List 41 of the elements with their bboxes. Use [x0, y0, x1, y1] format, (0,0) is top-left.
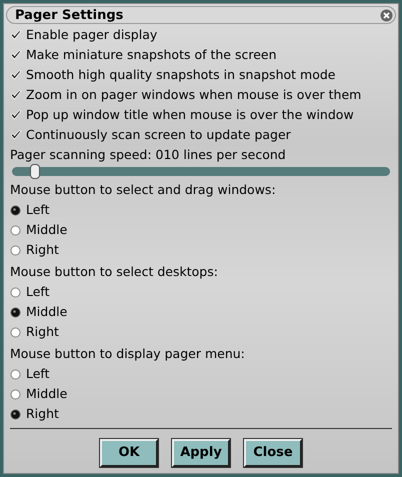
option-label: Smooth high quality snapshots in snapshot mode	[26, 66, 336, 84]
choice-label: Left	[26, 200, 50, 219]
radio-button[interactable]	[10, 204, 21, 216]
choice-label: Left	[26, 364, 50, 383]
radio-button[interactable]	[10, 224, 21, 236]
radio-button[interactable]	[10, 326, 21, 338]
radio-button[interactable]	[10, 388, 21, 400]
choice-label: Middle	[26, 220, 68, 239]
checkmark-icon[interactable]	[10, 29, 22, 41]
choice-label: Right	[26, 404, 59, 423]
choice-label: Left	[26, 282, 50, 301]
option-label: Make miniature snapshots of the screen	[26, 46, 277, 64]
option-label: Zoom in on pager windows when mouse is over them	[26, 86, 362, 104]
speed-slider[interactable]	[12, 167, 390, 176]
radio-button[interactable]	[10, 244, 21, 256]
radio-button[interactable]	[10, 368, 21, 380]
dialog-button[interactable]: Close	[244, 439, 302, 467]
radio-button[interactable]	[10, 306, 21, 318]
checkmark-icon[interactable]	[10, 89, 22, 101]
slider-thumb[interactable]	[30, 164, 40, 179]
option-label: Pop up window title when mouse is over the window	[26, 106, 354, 124]
window-title: Pager Settings	[15, 8, 124, 22]
choice-label: Right	[26, 322, 59, 341]
group-label: Mouse button to select and drag windows:	[10, 180, 276, 199]
close-icon[interactable]	[380, 8, 393, 22]
checkmark-icon[interactable]	[10, 69, 22, 81]
option-label: Enable pager display	[26, 26, 158, 44]
speed-label: Pager scanning speed: 010 lines per second	[10, 146, 286, 164]
option-label: Continuously scan screen to update pager	[26, 126, 291, 144]
checkmark-icon[interactable]	[10, 129, 22, 141]
checkmark-icon[interactable]	[10, 49, 22, 61]
choice-label: Middle	[26, 302, 68, 321]
radio-button[interactable]	[10, 408, 21, 420]
dialog-button[interactable]: Apply	[172, 439, 230, 467]
radio-button[interactable]	[10, 286, 21, 298]
choice-label: Right	[26, 240, 59, 259]
group-label: Mouse button to select desktops:	[10, 262, 218, 281]
checkmark-icon[interactable]	[10, 109, 22, 121]
choice-label: Middle	[26, 384, 68, 403]
dialog-button[interactable]: OK	[100, 439, 158, 467]
group-label: Mouse button to display pager menu:	[10, 344, 245, 363]
